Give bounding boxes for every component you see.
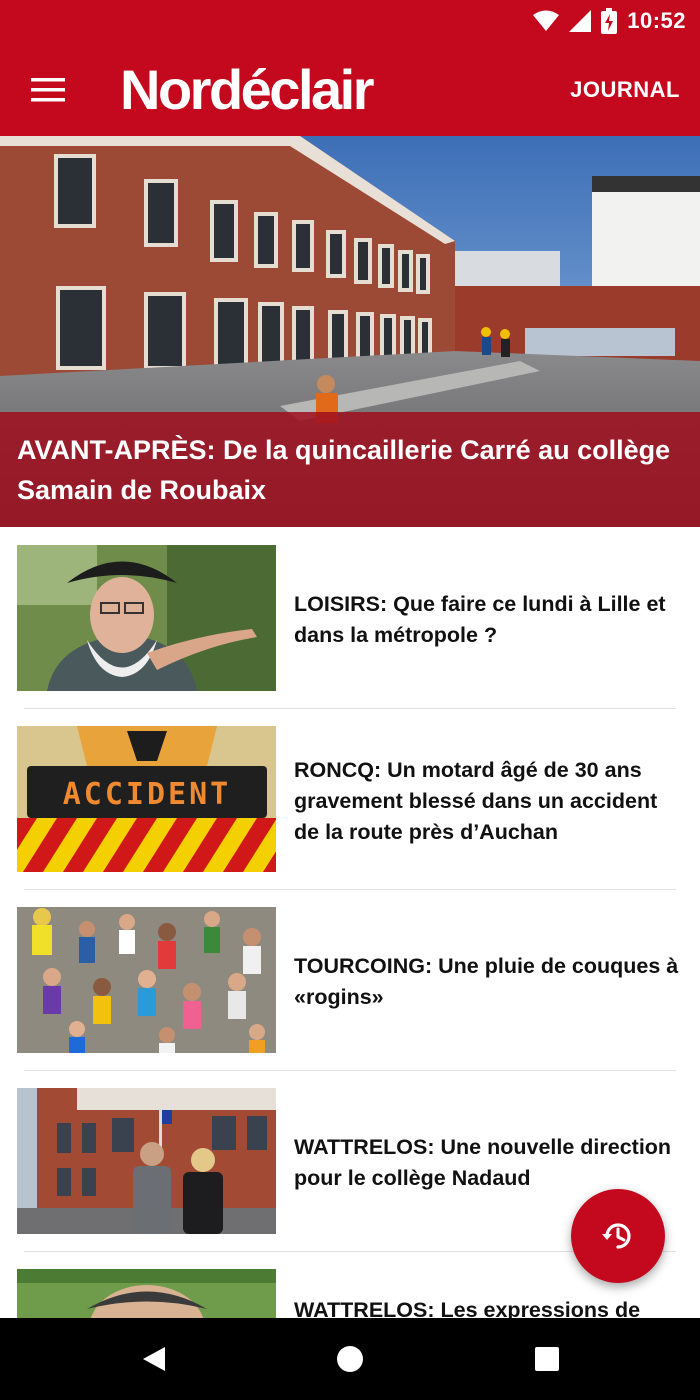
article-title: LOISIRS: Que faire ce lundi à Lille et d…	[294, 592, 666, 647]
article-thumbnail	[17, 1088, 276, 1234]
divider	[24, 889, 676, 890]
divider	[24, 708, 676, 709]
status-icons: 10:52	[533, 6, 686, 36]
status-time: 10:52	[627, 8, 686, 33]
hero-article[interactable]: AVANT-APRÈS: De la quincaillerie Carré a…	[0, 136, 700, 527]
history-icon	[602, 1223, 631, 1249]
recents-button[interactable]	[522, 1334, 572, 1384]
menu-button[interactable]	[28, 70, 68, 110]
article-title: RONCQ: Un motard âgé de 30 ans gravement…	[294, 758, 658, 844]
battery-charging-icon	[601, 8, 618, 34]
hamburger-menu-icon	[31, 78, 65, 102]
article-thumbnail	[17, 907, 276, 1053]
hero-caption: AVANT-APRÈS: De la quincaillerie Carré a…	[0, 412, 700, 527]
journal-button[interactable]: JOURNAL	[570, 72, 680, 108]
wifi-icon	[533, 10, 560, 31]
article-title: TOURCOING: Une pluie de couques à «rogin…	[294, 954, 679, 1009]
recents-square-icon	[535, 1347, 559, 1371]
app-logo: Nordéclair	[120, 58, 375, 121]
history-button[interactable]	[571, 1189, 665, 1283]
sign-text: ACCIDENT	[63, 777, 232, 812]
article-title: WATTRELOS: Une nouvelle direction pour l…	[294, 1135, 672, 1190]
article-item[interactable]: ACCIDENT RONCQ: Un motard âgé de 30 ans …	[0, 726, 700, 907]
back-triangle-icon	[143, 1347, 165, 1371]
article-thumbnail: ACCIDENT	[17, 726, 276, 872]
home-circle-icon	[337, 1346, 363, 1372]
home-button[interactable]	[325, 1334, 375, 1384]
hero-title: AVANT-APRÈS: De la quincaillerie Carré a…	[17, 435, 671, 505]
article-thumbnail	[17, 545, 276, 691]
article-item[interactable]: LOISIRS: Que faire ce lundi à Lille et d…	[0, 545, 700, 726]
signal-icon	[569, 10, 592, 32]
app-bar: Nordéclair JOURNAL	[0, 42, 700, 136]
status-bar: 10:52	[0, 0, 700, 42]
article-item[interactable]: TOURCOING: Une pluie de couques à «rogin…	[0, 907, 700, 1088]
system-nav-bar	[0, 1318, 700, 1400]
divider	[24, 1070, 676, 1071]
back-button[interactable]	[129, 1334, 179, 1384]
